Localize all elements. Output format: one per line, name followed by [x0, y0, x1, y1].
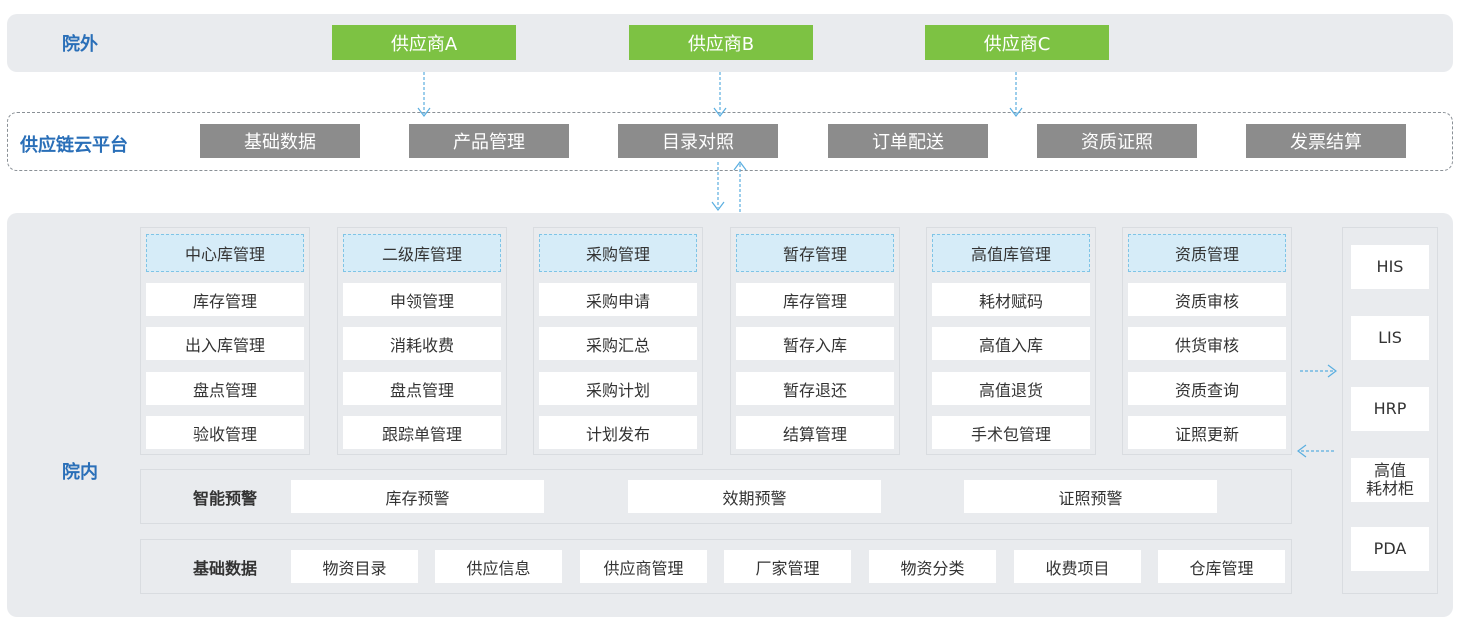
arrow-layer — [417, 72, 1337, 458]
